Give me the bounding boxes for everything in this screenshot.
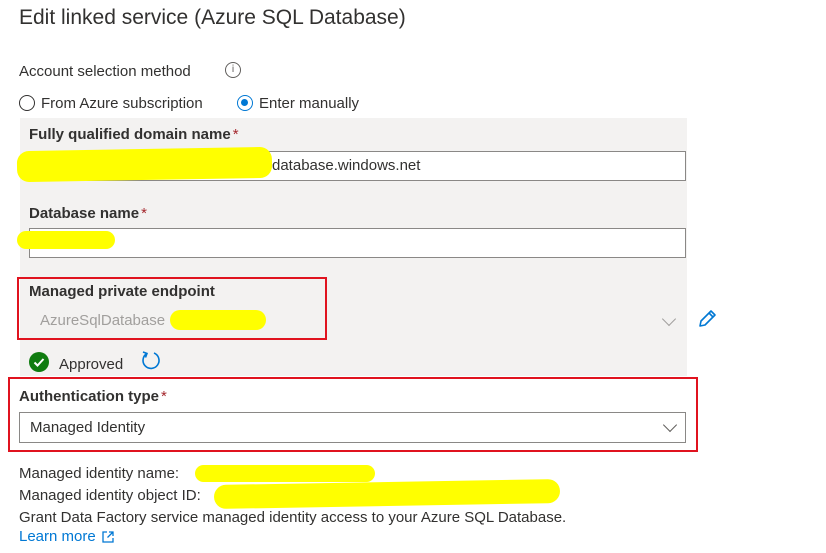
learn-more-link[interactable]: Learn more <box>19 528 115 545</box>
fqdn-label: Fully qualified domain name * <box>29 126 239 143</box>
radio-button-unchecked[interactable] <box>19 95 35 111</box>
radio-label-enter-manually: Enter manually <box>259 94 360 112</box>
fqdn-value-suffix: database.windows.net <box>272 157 421 174</box>
redaction-mark <box>16 146 273 183</box>
refresh-icon[interactable] <box>139 350 163 372</box>
annotation-box-authentication <box>8 377 698 452</box>
managed-identity-object-id-label: Managed identity object ID: <box>19 487 201 504</box>
learn-more-text: Learn more <box>19 528 96 545</box>
database-name-input[interactable] <box>29 228 686 258</box>
annotation-box-endpoint <box>17 277 327 340</box>
pencil-icon[interactable] <box>696 308 718 330</box>
radio-label-from-azure-subscription: From Azure subscription <box>41 94 203 112</box>
grant-access-text: Grant Data Factory service managed ident… <box>19 509 567 526</box>
radio-enter-manually[interactable]: Enter manually <box>237 92 359 114</box>
database-name-label: Database name * <box>29 205 147 222</box>
check-circle-icon <box>29 352 49 372</box>
redaction-mark <box>213 478 561 510</box>
approved-status-text: Approved <box>59 356 124 373</box>
radio-button-checked[interactable] <box>237 95 253 111</box>
redaction-mark <box>17 231 115 249</box>
account-selection-label: Account selection method <box>19 63 191 80</box>
dialog-title: Edit linked service (Azure SQL Database) <box>19 6 406 29</box>
managed-identity-name-label: Managed identity name: <box>19 465 180 482</box>
redaction-mark <box>195 465 375 482</box>
external-link-icon <box>102 530 114 543</box>
info-icon[interactable]: i <box>225 62 241 78</box>
radio-from-azure-subscription[interactable]: From Azure subscription <box>19 92 203 114</box>
